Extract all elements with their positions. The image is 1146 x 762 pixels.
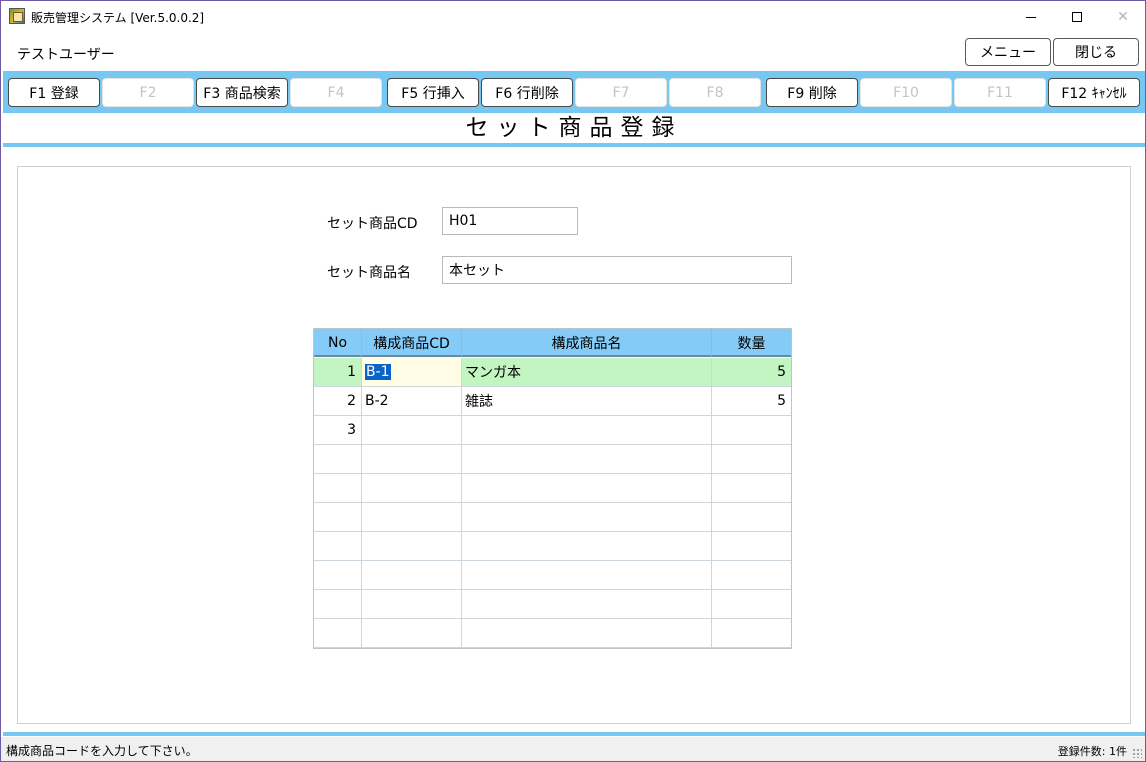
fkey-6-delete-row-button[interactable]: F6 行削除 <box>481 78 573 107</box>
cell-quantity[interactable] <box>712 532 791 560</box>
header-component-cd[interactable]: 構成商品CD <box>362 329 462 356</box>
title-underline <box>3 143 1145 147</box>
maximize-icon <box>1072 12 1082 22</box>
cell-quantity[interactable]: 5 <box>712 358 791 386</box>
window-title: 販売管理システム [Ver.5.0.0.2] <box>31 11 205 25</box>
table-row[interactable] <box>314 474 791 503</box>
table-row[interactable] <box>314 503 791 532</box>
cell-component-cd[interactable] <box>362 503 462 531</box>
cell-component-name[interactable] <box>462 532 712 560</box>
cell-component-name[interactable]: マンガ本 <box>462 358 712 386</box>
cell-component-name[interactable] <box>462 474 712 502</box>
fkey-11-f11-button: F11 <box>954 78 1046 107</box>
app-window: 販売管理システム [Ver.5.0.0.2] ✕ テストユーザー メニュー 閉じ… <box>0 0 1146 762</box>
minimize-button[interactable] <box>1008 1 1054 33</box>
cell-component-name[interactable] <box>462 590 712 618</box>
table-row[interactable]: 3 <box>314 416 791 445</box>
header-quantity[interactable]: 数量 <box>712 329 791 356</box>
set-cd-label: セット商品CD <box>327 216 418 232</box>
cell-component-cd[interactable] <box>362 416 462 444</box>
cell-component-name[interactable]: 雑誌 <box>462 387 712 415</box>
component-grid[interactable]: No 構成商品CD 構成商品名 数量 1 B-1 マンガ本 5 2 B-2 雑誌 5 3 <box>313 328 792 649</box>
header-no[interactable]: No <box>314 329 362 356</box>
cell-component-cd[interactable] <box>362 561 462 589</box>
minimize-icon <box>1026 16 1036 18</box>
cell-no[interactable] <box>314 590 362 618</box>
table-row[interactable] <box>314 619 791 648</box>
table-row[interactable]: 1 B-1 マンガ本 5 <box>314 358 791 387</box>
app-icon <box>9 8 25 24</box>
cell-quantity[interactable] <box>712 416 791 444</box>
table-row[interactable] <box>314 532 791 561</box>
cell-no[interactable]: 1 <box>314 358 362 386</box>
cell-component-name[interactable] <box>462 445 712 473</box>
cell-quantity[interactable] <box>712 503 791 531</box>
cell-quantity[interactable] <box>712 619 791 647</box>
cell-component-cd[interactable] <box>362 532 462 560</box>
cell-no[interactable] <box>314 474 362 502</box>
user-name: テストユーザー <box>17 47 115 63</box>
fkey-4-f4-button: F4 <box>290 78 382 107</box>
cell-quantity[interactable] <box>712 561 791 589</box>
cell-quantity[interactable] <box>712 590 791 618</box>
cell-component-cd[interactable] <box>362 474 462 502</box>
set-name-input[interactable]: 本セット <box>442 256 792 284</box>
title-bar: 販売管理システム [Ver.5.0.0.2] ✕ <box>1 1 1145 33</box>
menu-button[interactable]: メニュー <box>965 38 1051 66</box>
cell-component-name[interactable] <box>462 416 712 444</box>
cell-no[interactable]: 2 <box>314 387 362 415</box>
set-cd-input[interactable]: H01 <box>442 207 578 235</box>
cell-component-cd[interactable]: B-1 <box>362 358 462 386</box>
fkey-3-product-search-button[interactable]: F3 商品検索 <box>196 78 288 107</box>
cell-component-name[interactable] <box>462 619 712 647</box>
table-row[interactable] <box>314 590 791 619</box>
cell-no[interactable] <box>314 503 362 531</box>
table-row[interactable] <box>314 445 791 474</box>
fkey-9-delete-button[interactable]: F9 削除 <box>766 78 858 107</box>
cell-component-cd[interactable]: B-2 <box>362 387 462 415</box>
fkey-1-register-button[interactable]: F1 登録 <box>8 78 100 107</box>
table-row[interactable] <box>314 561 791 590</box>
cell-component-name[interactable] <box>462 561 712 589</box>
cell-no[interactable] <box>314 532 362 560</box>
status-bar: 構成商品コードを入力して下さい。 登録件数: 1件 <box>1 737 1145 761</box>
cell-quantity[interactable] <box>712 445 791 473</box>
function-key-bar: F1 登録 F2 F3 商品検索 F4 F5 行挿入 F6 行削除 F7 F8 F9 削除 F10… <box>3 71 1145 113</box>
record-count: 登録件数: 1件 <box>1057 745 1127 758</box>
maximize-button[interactable] <box>1054 1 1100 33</box>
status-message: 構成商品コードを入力して下さい。 <box>6 744 198 758</box>
bottom-accent-line <box>3 732 1145 736</box>
screen-title: セット商品登録 <box>465 115 683 141</box>
cell-component-cd[interactable] <box>362 445 462 473</box>
resize-grip-icon[interactable] <box>1132 748 1142 758</box>
close-icon: ✕ <box>1117 9 1129 25</box>
cell-no[interactable] <box>314 445 362 473</box>
fkey-7-f7-button: F7 <box>575 78 667 107</box>
close-button[interactable]: 閉じる <box>1053 38 1139 66</box>
selected-text: B-1 <box>365 364 391 380</box>
fkey-2-f2-button: F2 <box>102 78 194 107</box>
grid-header: No 構成商品CD 構成商品名 数量 <box>314 329 791 357</box>
table-row[interactable]: 2 B-2 雑誌 5 <box>314 387 791 416</box>
cell-no[interactable]: 3 <box>314 416 362 444</box>
cell-component-name[interactable] <box>462 503 712 531</box>
cell-no[interactable] <box>314 561 362 589</box>
fkey-8-f8-button: F8 <box>669 78 761 107</box>
fkey-10-f10-button: F10 <box>860 78 952 107</box>
cell-quantity[interactable] <box>712 474 791 502</box>
set-name-label: セット商品名 <box>327 265 411 281</box>
cell-component-cd[interactable] <box>362 619 462 647</box>
close-window-button[interactable]: ✕ <box>1100 1 1146 33</box>
fkey-5-insert-row-button[interactable]: F5 行挿入 <box>387 78 479 107</box>
cell-component-cd[interactable] <box>362 590 462 618</box>
cell-no[interactable] <box>314 619 362 647</box>
cell-quantity[interactable]: 5 <box>712 387 791 415</box>
header-component-name[interactable]: 構成商品名 <box>462 329 712 356</box>
fkey-12-cancel-button[interactable]: F12 ｷｬﾝｾﾙ <box>1048 78 1140 107</box>
